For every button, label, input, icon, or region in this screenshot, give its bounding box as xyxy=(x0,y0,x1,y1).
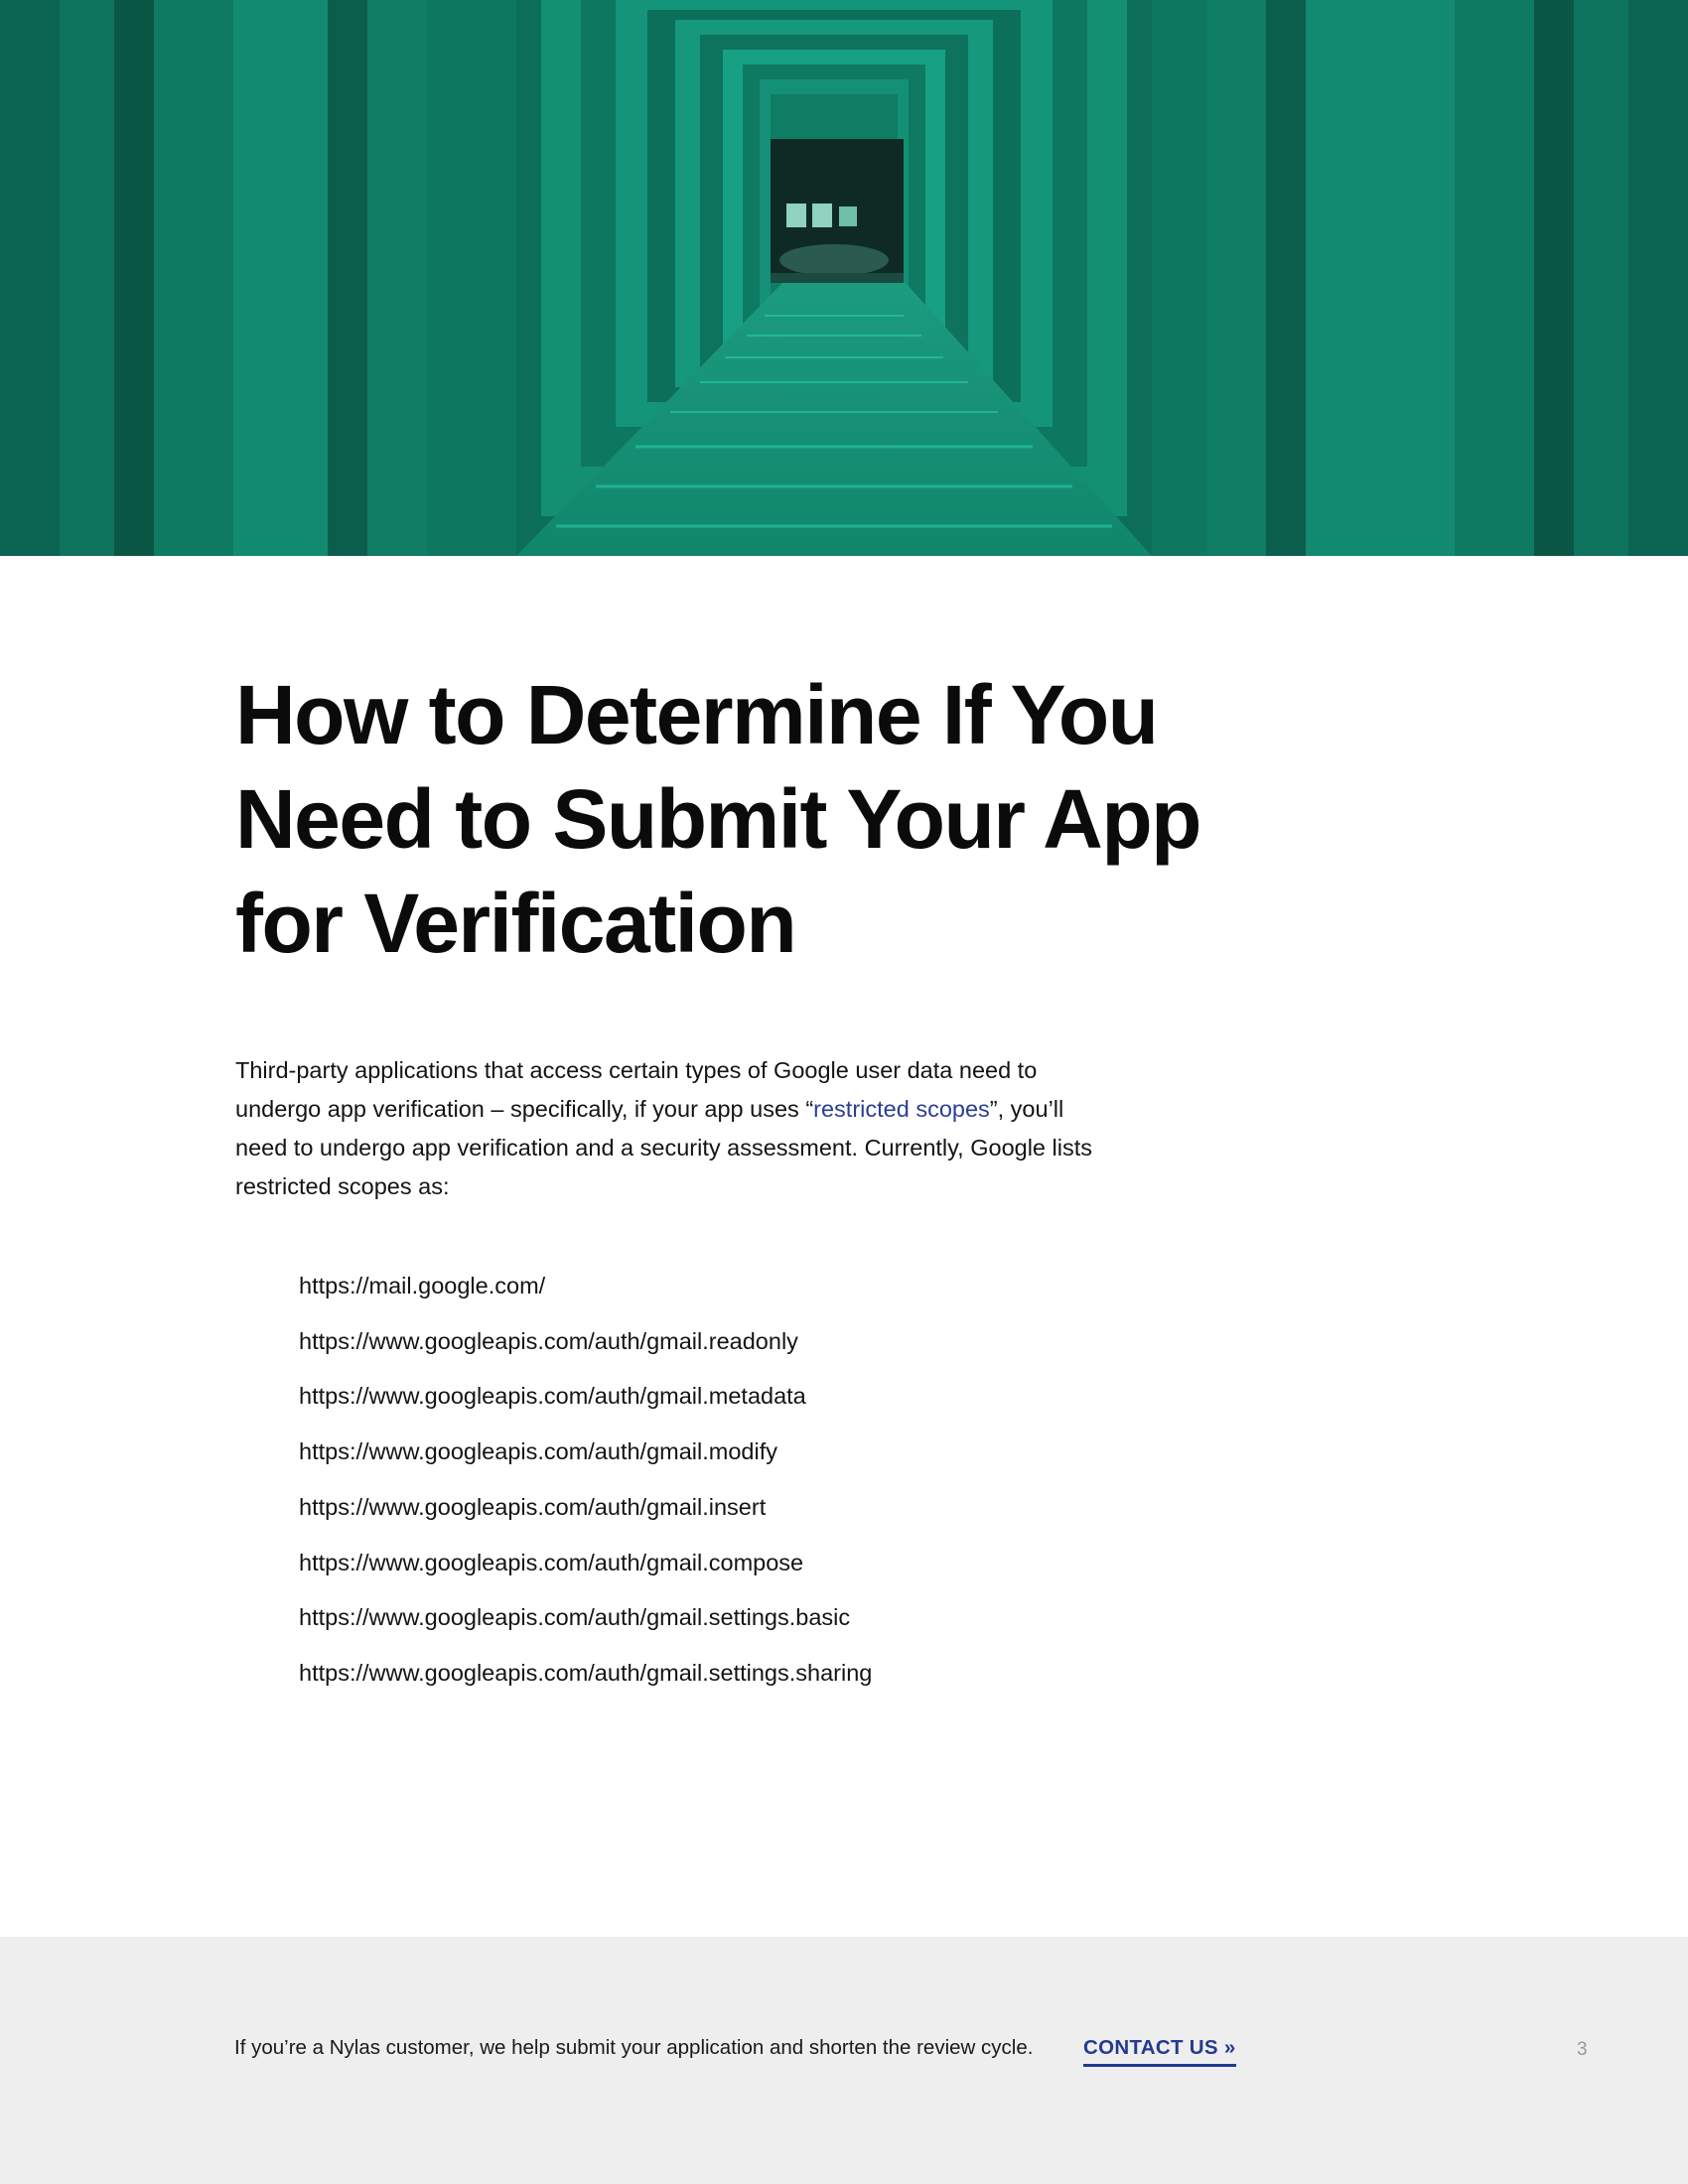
corridor-illustration xyxy=(0,0,1688,556)
list-item: https://www.googleapis.com/auth/gmail.me… xyxy=(299,1383,806,1410)
hero-image xyxy=(0,0,1688,556)
contact-us-button[interactable]: CONTACT US » xyxy=(1083,2034,1236,2067)
page-title: How to Determine If You Need to Submit Y… xyxy=(235,663,1228,976)
list-item: https://www.googleapis.com/auth/gmail.mo… xyxy=(299,1438,777,1465)
intro-paragraph: Third-party applications that access cer… xyxy=(235,1051,1099,1206)
restricted-scopes-list: https://mail.google.com/ https://www.goo… xyxy=(299,1259,872,1702)
title-line: for Verification xyxy=(235,877,797,970)
list-item: https://www.googleapis.com/auth/gmail.se… xyxy=(299,1604,851,1631)
footer-text: If you’re a Nylas customer, we help subm… xyxy=(234,2036,1034,2059)
restricted-scopes-link[interactable]: restricted scopes xyxy=(813,1096,990,1122)
list-item: https://www.googleapis.com/auth/gmail.co… xyxy=(299,1549,804,1575)
title-line: How to Determine If You xyxy=(235,668,1159,761)
title-line: Need to Submit Your App xyxy=(235,772,1201,866)
list-item: https://www.googleapis.com/auth/gmail.in… xyxy=(299,1493,767,1520)
list-item: https://www.googleapis.com/auth/gmail.re… xyxy=(299,1327,798,1354)
list-item: https://www.googleapis.com/auth/gmail.se… xyxy=(299,1659,873,1686)
page-number: 3 xyxy=(1577,2039,1588,2060)
list-item: https://mail.google.com/ xyxy=(299,1273,546,1298)
